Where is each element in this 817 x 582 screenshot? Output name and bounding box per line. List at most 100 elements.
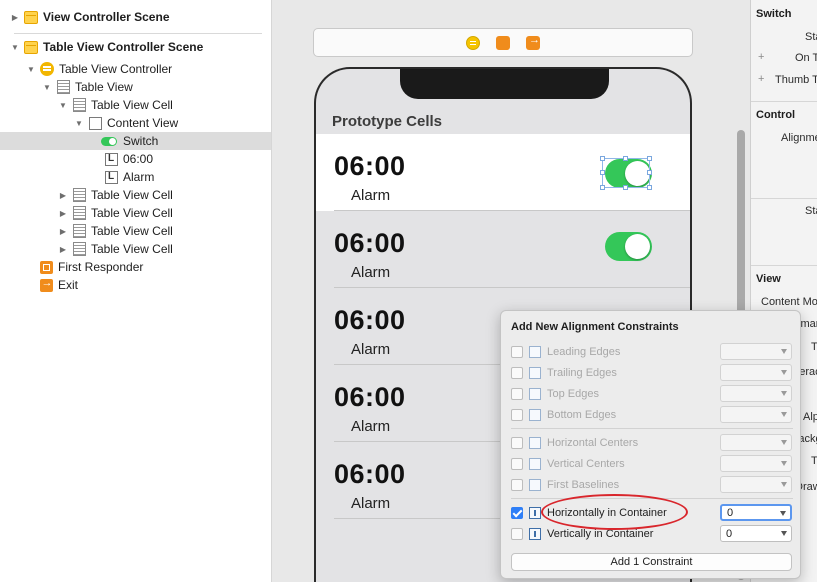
- scene-dock: [313, 28, 693, 57]
- horizontally-in-container-checkbox[interactable]: [511, 506, 523, 519]
- top-edges-offset-select[interactable]: [720, 385, 792, 402]
- trailing-edges-checkbox[interactable]: [511, 366, 523, 379]
- outline-item-alarm-label[interactable]: L Alarm: [0, 168, 271, 186]
- alarm-label[interactable]: Alarm: [351, 418, 390, 435]
- outline-item-first-responder[interactable]: First Responder: [0, 258, 271, 276]
- trailing-edges-offset-select[interactable]: [720, 364, 792, 381]
- outline-item-time-label[interactable]: L 06:00: [0, 150, 271, 168]
- time-label[interactable]: 06:00: [334, 305, 406, 336]
- constraint-label: Leading Edges: [547, 345, 621, 358]
- disclosure-collapsed-icon[interactable]: ▶: [58, 226, 68, 236]
- first-responder-icon[interactable]: [496, 35, 510, 50]
- time-label[interactable]: 06:00: [334, 228, 406, 259]
- add-constraint-button[interactable]: Add 1 Constraint: [511, 553, 792, 571]
- disclosure-expanded-icon[interactable]: ▼: [74, 118, 84, 128]
- alarm-label[interactable]: Alarm: [351, 341, 390, 358]
- alarm-label[interactable]: Alarm: [351, 187, 390, 204]
- section-header: Prototype Cells: [332, 113, 443, 130]
- table-view-cell[interactable]: 06:00 Alarm: [316, 211, 690, 288]
- leading-edges-checkbox[interactable]: [511, 345, 523, 358]
- vertically-in-container-icon: [529, 527, 541, 540]
- outline-item-table-view-cell[interactable]: ▶ Table View Cell: [0, 186, 271, 204]
- inspector-section-view: View: [756, 273, 781, 285]
- outline-item-label: Table View Cell: [91, 206, 173, 220]
- vertical-centers-icon: [529, 457, 541, 470]
- first-baselines-checkbox[interactable]: [511, 478, 523, 491]
- highlight-annotation: [541, 494, 688, 530]
- inspector-field-label: Alignme: [781, 132, 817, 144]
- alarm-label[interactable]: Alarm: [351, 495, 390, 512]
- chevron-down-icon: [781, 482, 787, 487]
- outline-item-label: Content View: [107, 116, 179, 130]
- inspector-field-label: Thumb T: [775, 74, 817, 86]
- add-variation-icon[interactable]: +: [758, 51, 764, 63]
- resize-handle[interactable]: [647, 170, 652, 175]
- outline-item-table-view-controller[interactable]: ▼ Table View Controller: [0, 60, 271, 78]
- horizontally-in-container-offset-select[interactable]: 0: [720, 504, 792, 521]
- top-edges-icon: [529, 387, 541, 400]
- alarm-switch[interactable]: [605, 232, 652, 261]
- outline-item-exit[interactable]: Exit: [0, 276, 271, 294]
- horizontal-centers-checkbox[interactable]: [511, 436, 523, 449]
- alarm-label[interactable]: Alarm: [351, 264, 390, 281]
- horizontal-centers-offset-select[interactable]: [720, 434, 792, 451]
- vertically-in-container-offset-select[interactable]: 0: [720, 525, 792, 542]
- bottom-edges-offset-select[interactable]: [720, 406, 792, 423]
- disclosure-expanded-icon[interactable]: ▼: [42, 82, 52, 92]
- disclosure-collapsed-icon[interactable]: ▶: [58, 244, 68, 254]
- outline-item-label: 06:00: [123, 152, 154, 166]
- table-view-controller-icon: [40, 62, 54, 76]
- outline-item-label: Exit: [58, 278, 79, 292]
- exit-icon[interactable]: [526, 34, 540, 50]
- outline-item-table-view-cell[interactable]: ▶ Table View Cell: [0, 204, 271, 222]
- inspector-divider: [751, 265, 817, 266]
- resize-handle[interactable]: [647, 185, 652, 190]
- table-view-cell-icon: [72, 188, 86, 202]
- outline-item-table-view-cell[interactable]: ▼ Table View Cell: [0, 96, 271, 114]
- leading-edges-icon: [529, 345, 541, 358]
- vertical-centers-checkbox[interactable]: [511, 457, 523, 470]
- outline-item-switch[interactable]: Switch: [0, 132, 271, 150]
- outline-item-view-controller-scene[interactable]: ▶ View Controller Scene: [0, 8, 271, 26]
- time-label[interactable]: 06:00: [334, 382, 406, 413]
- time-label[interactable]: 06:00: [334, 151, 406, 182]
- first-responder-icon: [39, 260, 53, 274]
- first-baselines-offset-select[interactable]: [720, 476, 792, 493]
- outline-item-table-view-cell[interactable]: ▶ Table View Cell: [0, 222, 271, 240]
- leading-edges-offset-select[interactable]: [720, 343, 792, 360]
- resize-handle[interactable]: [623, 156, 628, 161]
- constraint-label: Bottom Edges: [547, 408, 617, 421]
- resize-handle[interactable]: [600, 170, 605, 175]
- content-view-icon: [88, 116, 102, 130]
- resize-handle[interactable]: [600, 156, 605, 161]
- disclosure-collapsed-icon[interactable]: ▶: [10, 12, 20, 22]
- bottom-edges-checkbox[interactable]: [511, 408, 523, 421]
- outline-item-content-view[interactable]: ▼ Content View: [0, 114, 271, 132]
- outline-item-label: Table View Cell: [91, 242, 173, 256]
- vertically-in-container-checkbox[interactable]: [511, 527, 523, 540]
- constraint-row-vertically-in-container: Vertically in Container 0: [511, 525, 793, 542]
- horizontal-centers-icon: [529, 436, 541, 449]
- resize-handle[interactable]: [623, 185, 628, 190]
- resize-handle[interactable]: [647, 156, 652, 161]
- disclosure-expanded-icon[interactable]: ▼: [58, 100, 68, 110]
- document-outline: ▶ View Controller Scene ▼ Table View Con…: [0, 0, 272, 582]
- inspector-divider: [751, 198, 817, 199]
- view-controller-icon[interactable]: [466, 35, 480, 50]
- table-view-cell[interactable]: 06:00 Alarm: [316, 134, 690, 211]
- first-baselines-icon: [529, 478, 541, 491]
- outline-item-table-view-controller-scene[interactable]: ▼ Table View Controller Scene: [0, 38, 271, 56]
- outline-item-table-view-cell[interactable]: ▶ Table View Cell: [0, 240, 271, 258]
- add-variation-icon[interactable]: +: [758, 73, 764, 85]
- disclosure-collapsed-icon[interactable]: ▶: [58, 190, 68, 200]
- top-edges-checkbox[interactable]: [511, 387, 523, 400]
- inspector-field-label: Content Mo: [761, 296, 817, 308]
- resize-handle[interactable]: [600, 185, 605, 190]
- disclosure-expanded-icon[interactable]: ▼: [10, 42, 20, 52]
- disclosure-collapsed-icon[interactable]: ▶: [58, 208, 68, 218]
- vertical-centers-offset-select[interactable]: [720, 455, 792, 472]
- disclosure-expanded-icon[interactable]: ▼: [26, 64, 36, 74]
- outline-item-table-view[interactable]: ▼ Table View: [0, 78, 271, 96]
- chevron-down-icon: [781, 391, 787, 396]
- time-label[interactable]: 06:00: [334, 459, 406, 490]
